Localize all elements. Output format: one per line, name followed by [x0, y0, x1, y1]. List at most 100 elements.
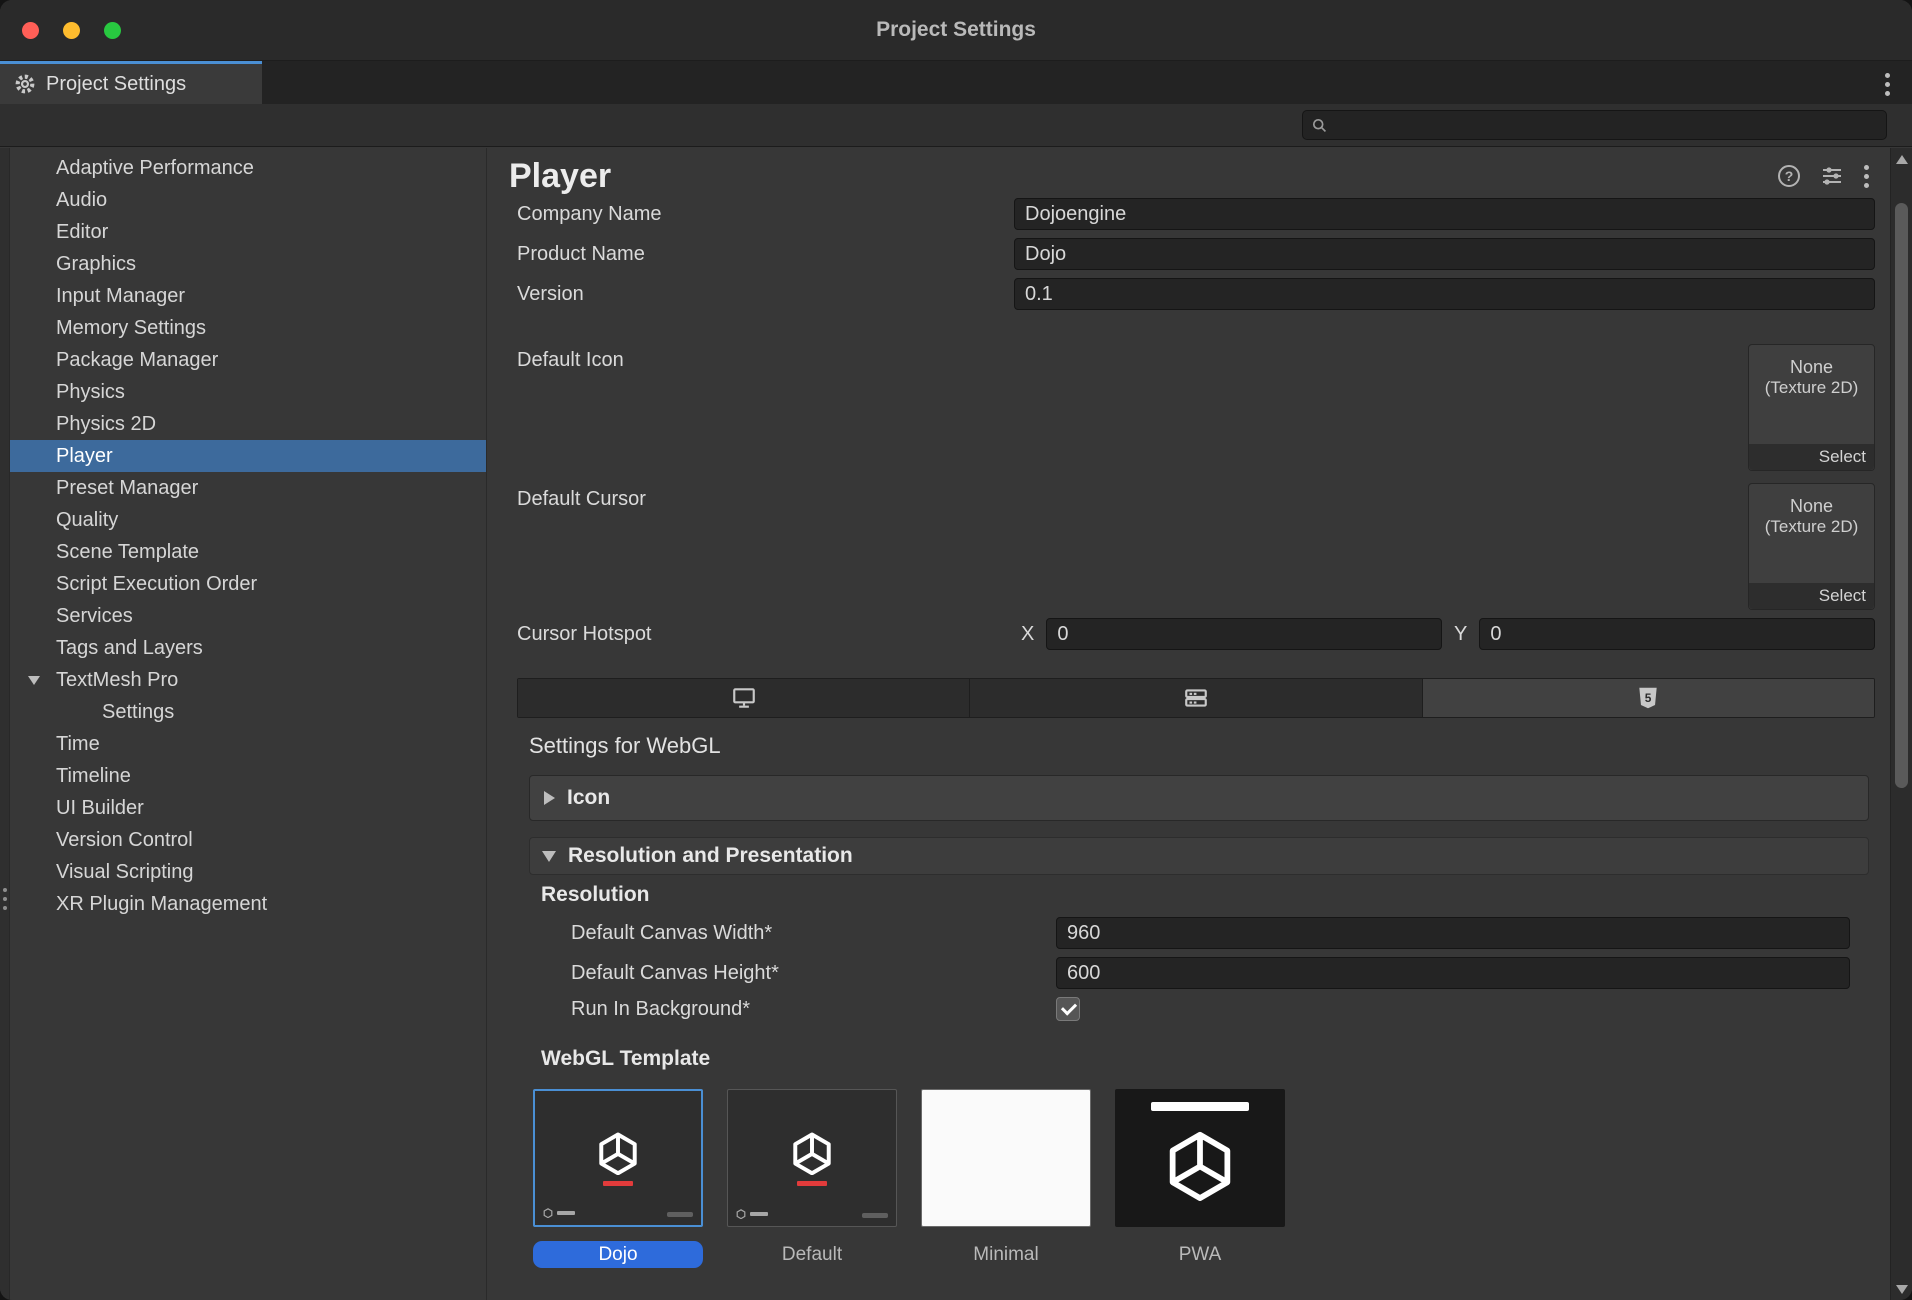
default-cursor-texture-picker[interactable]: None (Texture 2D) Select: [1748, 483, 1875, 610]
sidebar-item-player[interactable]: Player: [10, 440, 486, 472]
sidebar-item-ui-builder[interactable]: UI Builder: [10, 792, 486, 824]
sidebar-item-label: Time: [56, 733, 100, 755]
gear-icon: [14, 73, 36, 95]
texture-select-button[interactable]: Select: [1749, 444, 1874, 470]
sidebar-item-adaptive-performance[interactable]: Adaptive Performance: [10, 152, 486, 184]
partner-logo-icon: [667, 1212, 693, 1217]
sidebar-item-textmesh-pro[interactable]: TextMesh Pro: [10, 664, 486, 696]
canvas-height-input[interactable]: [1056, 957, 1850, 989]
run-in-background-checkbox[interactable]: [1056, 997, 1080, 1021]
default-icon-texture-picker[interactable]: None (Texture 2D) Select: [1748, 344, 1875, 471]
template-card-default[interactable]: Default: [727, 1089, 897, 1268]
sidebar-item-tags-and-layers[interactable]: Tags and Layers: [10, 632, 486, 664]
resolution-presentation-foldout[interactable]: Resolution and Presentation: [529, 837, 1869, 875]
header-icons: [1778, 164, 1869, 188]
platform-tab-dedicated-server[interactable]: [970, 679, 1422, 717]
hotspot-y-input[interactable]: [1479, 618, 1875, 650]
hotspot-x-input[interactable]: [1046, 618, 1442, 650]
sidebar-item-timeline[interactable]: Timeline: [10, 760, 486, 792]
resize-grip-icon[interactable]: [3, 888, 7, 892]
tab-project-settings[interactable]: Project Settings: [0, 61, 262, 104]
sidebar-item-scene-template[interactable]: Scene Template: [10, 536, 486, 568]
texture-select-button[interactable]: Select: [1749, 583, 1874, 609]
vertical-scrollbar[interactable]: [1890, 148, 1912, 1300]
scrollbar-thumb[interactable]: [1895, 203, 1908, 788]
template-name: Default: [742, 1241, 882, 1268]
toolbar: [0, 104, 1912, 147]
version-input[interactable]: [1014, 278, 1875, 310]
sidebar-item-script-execution-order[interactable]: Script Execution Order: [10, 568, 486, 600]
sidebar-item-label: XR Plugin Management: [56, 893, 267, 915]
run-in-background-row: Run In Background*: [571, 997, 1850, 1021]
dedicated-server-icon: [1183, 685, 1209, 711]
unity-cube-icon: [1164, 1129, 1236, 1201]
sidebar-item-editor[interactable]: Editor: [10, 216, 486, 248]
template-name: Dojo: [533, 1241, 703, 1268]
product-name-input[interactable]: [1014, 238, 1875, 270]
sidebar-item-label: Tags and Layers: [56, 637, 203, 659]
template-card-dojo[interactable]: Dojo: [533, 1089, 703, 1268]
sidebar-item-label: Script Execution Order: [56, 573, 257, 595]
unity-cube-icon: [596, 1131, 640, 1175]
tab-label: Project Settings: [46, 73, 186, 96]
search-box[interactable]: [1302, 110, 1887, 140]
sidebar-item-graphics[interactable]: Graphics: [10, 248, 486, 280]
hotspot-y-label: Y: [1454, 623, 1467, 646]
sidebar-item-version-control[interactable]: Version Control: [10, 824, 486, 856]
run-in-background-label: Run In Background*: [571, 998, 1056, 1021]
help-icon[interactable]: [1778, 165, 1800, 187]
unity-cube-icon: [790, 1131, 834, 1175]
canvas-width-input[interactable]: [1056, 917, 1850, 949]
unity-wordmark-icon: [543, 1208, 575, 1218]
scroll-up-arrow-icon[interactable]: [1891, 148, 1912, 170]
texture-type-label: (Texture 2D): [1749, 378, 1874, 398]
tabstrip-kebab-menu-icon[interactable]: [1885, 82, 1890, 87]
icon-section-foldout[interactable]: Icon: [529, 775, 1869, 821]
canvas-height-label: Default Canvas Height*: [571, 962, 1056, 985]
platform-tab-standalone[interactable]: [518, 679, 970, 717]
sidebar-item-label: Graphics: [56, 253, 136, 275]
version-label: Version: [517, 283, 1014, 306]
template-name: PWA: [1130, 1241, 1270, 1268]
presets-sliders-icon[interactable]: [1820, 164, 1844, 188]
icon-section-title: Icon: [567, 786, 610, 810]
sidebar-item-settings[interactable]: Settings: [10, 696, 486, 728]
platform-tab-webgl[interactable]: 5: [1423, 679, 1874, 717]
unity-wordmark-icon: [736, 1209, 768, 1219]
template-card-minimal[interactable]: Minimal: [921, 1089, 1091, 1268]
sidebar-item-quality[interactable]: Quality: [10, 504, 486, 536]
sidebar-item-label: Services: [56, 605, 133, 627]
foldout-expanded-icon[interactable]: [28, 676, 40, 685]
minimize-button[interactable]: [63, 22, 80, 39]
product-name-row: Product Name: [517, 238, 1875, 270]
sidebar-item-package-manager[interactable]: Package Manager: [10, 344, 486, 376]
sidebar-item-input-manager[interactable]: Input Manager: [10, 280, 486, 312]
pwa-titlebar-mark: [1151, 1102, 1249, 1111]
sidebar-item-label: Preset Manager: [56, 477, 198, 499]
sidebar-item-time[interactable]: Time: [10, 728, 486, 760]
sidebar-item-memory-settings[interactable]: Memory Settings: [10, 312, 486, 344]
sidebar-item-visual-scripting[interactable]: Visual Scripting: [10, 856, 486, 888]
zoom-button[interactable]: [104, 22, 121, 39]
sidebar-item-physics-2d[interactable]: Physics 2D: [10, 408, 486, 440]
project-settings-window: Project Settings Project Settings: [0, 0, 1912, 1300]
company-name-row: Company Name: [517, 198, 1875, 230]
panel-kebab-menu-icon[interactable]: [1864, 174, 1869, 179]
resolution-heading: Resolution: [541, 881, 1875, 909]
default-cursor-row: Default Cursor None (Texture 2D) Select: [517, 483, 1875, 610]
window-edge: [0, 148, 10, 1300]
sidebar-item-audio[interactable]: Audio: [10, 184, 486, 216]
sidebar-item-xr-plugin-management[interactable]: XR Plugin Management: [10, 888, 486, 920]
search-input[interactable]: [1334, 115, 1878, 136]
default-cursor-label: Default Cursor: [517, 483, 1014, 515]
sidebar-item-services[interactable]: Services: [10, 600, 486, 632]
close-button[interactable]: [22, 22, 39, 39]
sidebar-list: Adaptive PerformanceAudioEditor Graphics I…: [10, 152, 486, 920]
company-name-input[interactable]: [1014, 198, 1875, 230]
template-card-pwa[interactable]: PWA: [1115, 1089, 1285, 1268]
scroll-down-arrow-icon[interactable]: [1891, 1278, 1912, 1300]
sidebar-item-preset-manager[interactable]: Preset Manager: [10, 472, 486, 504]
sidebar-item-physics[interactable]: Physics: [10, 376, 486, 408]
sidebar-item-label: Player: [56, 445, 113, 467]
partner-logo-icon: [862, 1213, 888, 1218]
